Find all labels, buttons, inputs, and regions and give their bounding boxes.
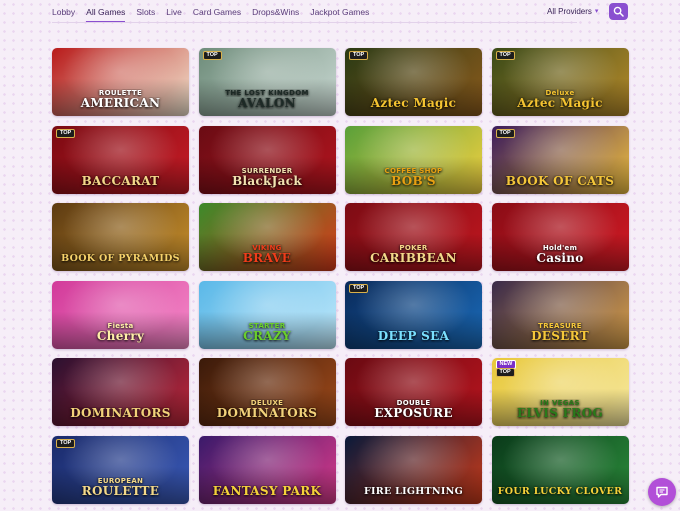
top-badge: TOP: [349, 283, 369, 293]
game-subtitle: VIKING: [252, 244, 282, 252]
game-tile[interactable]: DOUBLE EXPOSURE: [345, 358, 482, 426]
game-title: FOUR LUCKY CLOVER: [497, 485, 623, 497]
game-subtitle: Fiesta: [107, 321, 134, 330]
game-tile[interactable]: TOP DEEP SEA: [345, 280, 482, 349]
top-badge: TOP: [495, 128, 515, 138]
game-subtitle: TREASURE: [538, 321, 582, 330]
game-tile[interactable]: TOP EUROPEAN ROULETTE: [52, 435, 189, 504]
tab-drops-wins[interactable]: Drops&Wins: [252, 6, 299, 22]
category-tabs: Lobby All Games Slots Live Card Games Drops&W…: [52, 6, 380, 22]
game-title: FANTASY PARK: [212, 484, 322, 498]
game-subtitle: COFFEE SHOP: [384, 166, 443, 175]
game-title: Casino: [536, 252, 584, 265]
game-title: Aztec Magic: [517, 97, 603, 110]
game-tile[interactable]: STARTER CRAZY: [198, 280, 336, 349]
top-badge: TOP: [56, 128, 76, 138]
game-tile[interactable]: FIRE LIGHTNING: [345, 435, 482, 504]
game-title: EXPOSURE: [374, 407, 453, 420]
game-subtitle: THE LOST KINGDOM: [225, 89, 309, 97]
game-subtitle: DOUBLE: [396, 399, 431, 407]
game-tile[interactable]: FANTASY PARK: [198, 435, 336, 504]
game-tile[interactable]: BOOK OF PYRAMIDS: [52, 203, 189, 271]
tab-jackpot-games[interactable]: Jackpot Games: [310, 6, 369, 22]
game-subtitle: Hold'em: [542, 244, 578, 252]
game-title: DEEP SEA: [377, 329, 450, 343]
game-title: DOMINATORS: [70, 407, 171, 420]
chat-icon: [656, 486, 668, 498]
tab-card-games[interactable]: Card Games: [193, 6, 241, 22]
chevron-down-icon: ▾: [594, 8, 599, 15]
game-title: DOMINATORS: [216, 407, 318, 420]
game-tile[interactable]: FOUR LUCKY CLOVER: [491, 435, 629, 504]
game-title: BlackJack: [232, 174, 302, 188]
game-title: CRAZY: [243, 329, 291, 343]
game-subtitle: POKER: [399, 244, 428, 252]
game-tile[interactable]: DOMINATORS: [52, 358, 189, 426]
top-badge: TOP: [349, 51, 369, 60]
game-subtitle: EUROPEAN: [97, 476, 144, 485]
game-title: BOOK OF PYRAMIDS: [61, 253, 180, 264]
game-tile[interactable]: TOP Deluxe Aztec Magic: [491, 48, 629, 116]
game-tile[interactable]: TREASURE DESERT: [491, 280, 629, 349]
game-tile[interactable]: Fiesta Cherry: [52, 280, 189, 349]
game-subtitle: STARTER: [248, 321, 286, 330]
game-title: BRAVE: [242, 252, 292, 265]
game-tile[interactable]: ROULETTE AMERICAN: [52, 48, 189, 116]
providers-label: All Providers: [547, 7, 592, 16]
game-title: CARIBBEAN: [370, 252, 457, 265]
tab-all-games[interactable]: All Games: [86, 6, 126, 22]
game-title: ELVIS FROG: [516, 407, 604, 420]
game-tile[interactable]: COFFEE SHOP BOB'S: [345, 125, 482, 194]
tab-slots[interactable]: Slots: [136, 6, 155, 22]
search-icon: [613, 6, 624, 17]
game-tile[interactable]: DELUXE DOMINATORS: [198, 358, 336, 426]
game-subtitle: SURRENDER: [241, 166, 293, 175]
top-navigation-bar: Lobby All Games Slots Live Card Games Drops&W…: [0, 0, 680, 25]
top-badge: TOP: [495, 51, 515, 60]
game-tile[interactable]: TOP THE LOST KINGDOM AVALON: [198, 48, 336, 116]
game-title: AMERICAN: [80, 97, 161, 110]
top-badge: TOP: [202, 51, 222, 60]
top-badge: TOP: [56, 438, 76, 448]
game-tile[interactable]: POKER CARIBBEAN: [345, 203, 482, 271]
game-title: DESERT: [531, 329, 589, 343]
game-title: Cherry: [96, 329, 145, 343]
game-tile[interactable]: NEW TOP IN VEGAS ELVIS FROG: [491, 358, 629, 426]
game-tile[interactable]: SURRENDER BlackJack: [198, 125, 336, 194]
tab-lobby[interactable]: Lobby: [52, 6, 75, 22]
game-subtitle: ROULETTE: [98, 89, 143, 97]
game-tile[interactable]: Hold'em Casino: [491, 203, 629, 271]
providers-dropdown[interactable]: All Providers ▾: [547, 6, 598, 18]
game-title: BOOK OF CATS: [505, 174, 615, 188]
game-subtitle: DELUXE: [250, 399, 284, 407]
top-badge: TOP: [495, 368, 515, 377]
game-subtitle: Deluxe: [545, 89, 575, 97]
nav-divider: [52, 22, 577, 23]
game-subtitle: IN VEGAS: [540, 399, 580, 407]
game-title: FIRE LIGHTNING: [363, 485, 464, 497]
game-tile[interactable]: TOP BACCARAT: [52, 125, 189, 194]
game-title: Aztec Magic: [370, 97, 457, 110]
tab-live[interactable]: Live: [166, 6, 182, 22]
search-button[interactable]: [609, 3, 628, 20]
chat-button[interactable]: [648, 478, 676, 506]
game-title: ROULETTE: [81, 484, 160, 498]
game-tile[interactable]: VIKING BRAVE: [198, 203, 336, 271]
game-title: BOB'S: [391, 174, 436, 188]
game-tile[interactable]: TOP Aztec Magic: [345, 48, 482, 116]
game-tile[interactable]: TOP BOOK OF CATS: [491, 125, 629, 194]
games-grid: ROULETTE AMERICAN TOP THE LOST KINGDOM AVALO…: [52, 48, 629, 504]
game-title: BACCARAT: [81, 174, 160, 188]
game-title: AVALON: [238, 97, 296, 110]
